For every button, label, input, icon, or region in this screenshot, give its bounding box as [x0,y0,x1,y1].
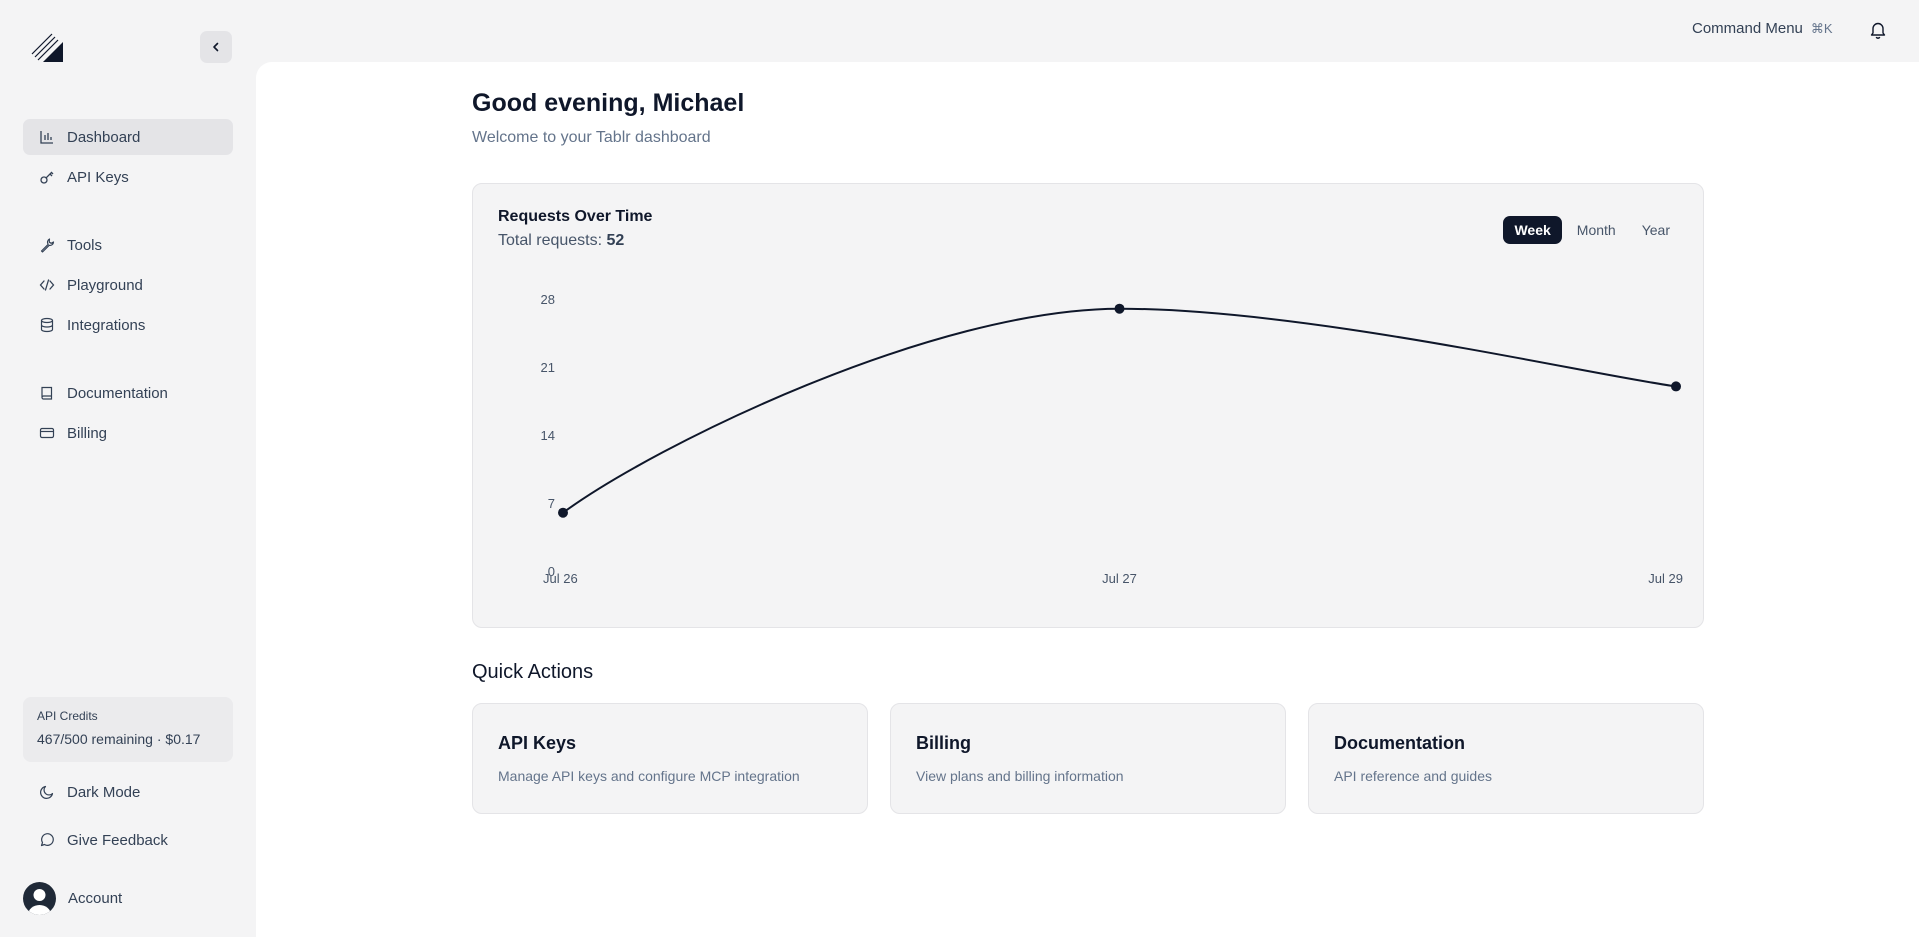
sidebar-item-label: Integrations [67,316,146,334]
sidebar: Dashboard API Keys Tools Playground Inte… [0,0,256,937]
quick-action-desc: Manage API keys and configure MCP integr… [498,768,800,784]
bar-chart-icon [39,129,55,145]
book-icon [39,385,55,401]
sidebar-item-label: Billing [67,424,108,442]
series-line [562,307,1677,514]
requests-chart-card: Requests Over Time Total requests: 52 We… [472,183,1704,628]
command-menu-label: Command Menu [1692,20,1803,37]
data-point [558,507,568,518]
sidebar-item-label: Playground [67,276,143,294]
requests-line-chart: 07142128Jul 26 Jul 27 Jul 29 [541,292,1683,586]
sidebar-item-tools[interactable]: Tools [23,227,233,263]
code-icon [39,277,55,293]
account-button[interactable]: Account [23,882,122,915]
x-tick-label: Jul 27 [1102,571,1137,586]
data-point [1114,303,1125,314]
sidebar-item-label: Documentation [67,384,168,402]
dark-mode-toggle[interactable]: Dark Mode [23,774,233,810]
chevron-left-icon [213,42,219,52]
y-tick-label: 28 [541,292,555,307]
sidebar-item-label: Dashboard [67,128,141,146]
sidebar-item-label: API Keys [67,168,129,186]
quick-action-title: API Keys [498,733,577,753]
give-feedback-button[interactable]: Give Feedback [23,822,233,858]
nav-primary: Dashboard API Keys [23,119,233,199]
key-icon [39,169,55,185]
give-feedback-label: Give Feedback [67,831,168,849]
nav-docs: Documentation Billing [23,375,233,455]
command-menu-shortcut: ⌘K [1810,20,1833,36]
y-tick-label: 21 [541,360,555,375]
api-credits-panel: API Credits 467/500 remaining · $0.17 [23,697,233,762]
x-tick-label: Jul 29 [1648,571,1683,586]
moon-icon [39,784,55,800]
data-point [1671,381,1681,392]
y-tick-label: 7 [548,496,555,511]
y-tick-label: 14 [541,428,555,443]
sidebar-item-label: Tools [67,236,103,254]
nav-tools: Tools Playground Integrations [23,227,233,347]
dark-mode-label: Dark Mode [67,783,141,801]
page-subtitle: Welcome to your Tablr dashboard [472,129,711,146]
sidebar-item-documentation[interactable]: Documentation [23,375,233,411]
sidebar-item-integrations[interactable]: Integrations [23,307,233,343]
wrench-icon [39,237,55,253]
quick-action-documentation[interactable]: Documentation API reference and guides [1308,703,1704,814]
main-content: Good evening, Michael Welcome to your Ta… [256,62,1919,937]
quick-action-api-keys[interactable]: API Keys Manage API keys and configure M… [472,703,868,814]
credit-card-icon [39,425,55,441]
collapse-sidebar-button[interactable] [200,31,232,63]
quick-action-title: Billing [916,733,971,753]
avatar [23,882,56,915]
quick-action-desc: API reference and guides [1334,768,1492,784]
account-label: Account [68,890,123,907]
sidebar-item-playground[interactable]: Playground [23,267,233,303]
x-tick-label: Jul 26 [543,571,578,586]
logo [30,30,66,66]
bell-icon[interactable] [1869,20,1887,40]
quick-action-billing[interactable]: Billing View plans and billing informati… [890,703,1286,814]
api-credits-value: 467/500 remaining · $0.17 [37,731,201,747]
database-icon [39,317,55,333]
sidebar-item-billing[interactable]: Billing [23,415,233,451]
message-circle-icon [39,832,55,848]
sidebar-item-dashboard[interactable]: Dashboard [23,119,233,155]
page-title: Good evening, Michael [472,89,745,117]
sidebar-item-api-keys[interactable]: API Keys [23,159,233,195]
api-credits-title: API Credits [37,709,98,723]
quick-actions-title: Quick Actions [472,661,594,683]
quick-action-title: Documentation [1334,733,1466,753]
command-menu-button[interactable]: Command Menu ⌘K [1692,20,1833,37]
quick-action-desc: View plans and billing information [916,768,1124,784]
